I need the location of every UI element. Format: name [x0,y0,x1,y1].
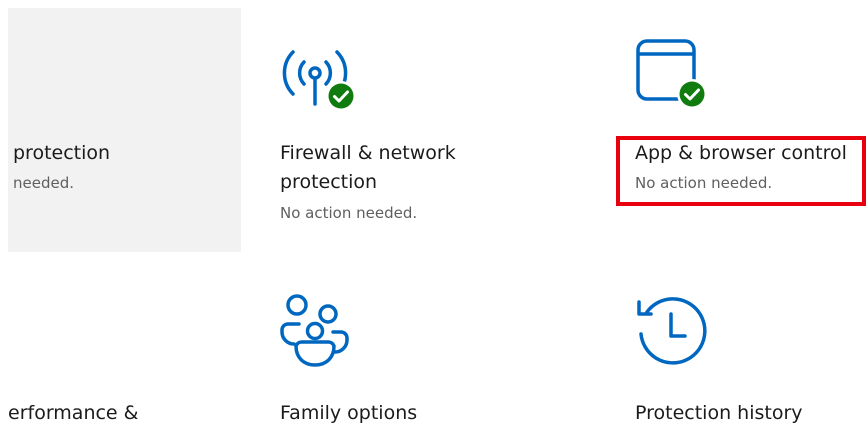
tile-firewall-network-protection[interactable]: Firewall & network protection No action … [243,8,595,252]
tile-app-browser-control[interactable]: App & browser control No action needed. [597,8,868,252]
browser-window-check-icon [635,38,715,118]
tile-protection-history[interactable]: Protection history [597,262,868,430]
tile-status: needed. [13,174,75,192]
tile-status: No action needed. [635,174,773,192]
family-group-icon [277,292,357,368]
history-clock-icon [635,294,715,370]
tile-family-options[interactable]: Family options [243,262,595,430]
tile-title: Firewall & network protection [280,142,456,193]
tile-title: protection [13,142,111,164]
tile-device-performance-health[interactable]: erformance & [8,262,241,430]
tile-title: App & browser control [635,142,847,164]
tile-title: Protection history [635,402,803,424]
wifi-antenna-check-icon [278,40,358,116]
tile-status: No action needed. [280,204,418,222]
tile-title: erformance & [8,402,139,424]
tile-title: Family options [280,402,418,424]
tile-virus-threat-protection[interactable]: protection needed. [8,8,241,252]
